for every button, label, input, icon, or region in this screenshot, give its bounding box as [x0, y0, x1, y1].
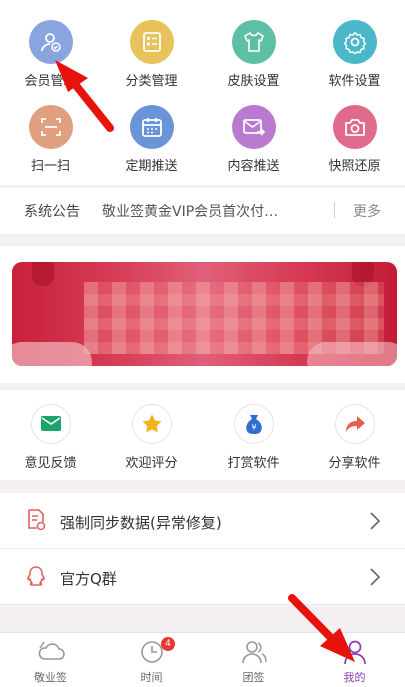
- tab-mine[interactable]: 我的: [304, 633, 405, 687]
- chevron-right-icon: [369, 567, 381, 591]
- category-icon: [129, 20, 174, 64]
- notification-badge: 4: [161, 637, 175, 651]
- action-label: 意见反馈: [24, 456, 77, 471]
- grid-item-member[interactable]: 会员管理: [0, 20, 101, 89]
- grid-label: 软件设置: [328, 74, 381, 89]
- tab-jingyeqian[interactable]: 敬业签: [0, 633, 101, 687]
- cloud-decoration: [12, 342, 92, 366]
- grid-item-scheduled-push[interactable]: 定期推送: [101, 105, 202, 174]
- action-donate[interactable]: ¥ 打赏软件: [203, 404, 304, 471]
- team-icon: [241, 641, 267, 664]
- sync-doc-icon: [26, 509, 46, 535]
- grid-item-scan[interactable]: 扫一扫: [0, 105, 101, 174]
- notice-label: 系统公告: [24, 204, 80, 220]
- chevron-right-icon: [369, 511, 381, 535]
- notice-message[interactable]: 敬业签黄金VIP会员首次付…: [102, 201, 302, 221]
- more-link[interactable]: 更多: [353, 201, 381, 221]
- grid-label: 分类管理: [125, 74, 178, 89]
- tab-label: 我的: [343, 671, 366, 684]
- profile-icon: [343, 640, 366, 665]
- camera-icon: [332, 105, 377, 149]
- action-label: 欢迎评分: [125, 456, 178, 471]
- calendar-icon: [129, 105, 174, 149]
- list-item-force-sync[interactable]: 强制同步数据(异常修复): [0, 493, 405, 549]
- grid-label: 皮肤设置: [227, 74, 280, 89]
- tab-time[interactable]: 4 时间: [101, 633, 202, 687]
- list-item-label: 官方Q群: [60, 570, 117, 588]
- cloud-icon: [38, 641, 65, 660]
- action-share[interactable]: 分享软件: [304, 404, 405, 471]
- star-icon: [131, 404, 172, 444]
- skin-icon: [231, 20, 276, 64]
- action-rate[interactable]: 欢迎评分: [101, 404, 202, 471]
- grid-label: 定期推送: [125, 159, 178, 174]
- grid-item-skin[interactable]: 皮肤设置: [203, 20, 304, 89]
- divider: [334, 202, 335, 218]
- grid-label: 内容推送: [227, 159, 280, 174]
- svg-text:¥: ¥: [251, 423, 256, 432]
- send-mail-icon: [231, 105, 276, 149]
- grid-item-content-push[interactable]: 内容推送: [203, 105, 304, 174]
- mail-icon: [30, 404, 71, 444]
- action-label: 分享软件: [328, 456, 381, 471]
- tab-label: 时间: [140, 671, 163, 684]
- money-bag-icon: ¥: [233, 404, 274, 444]
- settings-icon: [332, 20, 377, 64]
- cloud-decoration: [307, 342, 397, 366]
- grid-label: 快照还原: [328, 159, 381, 174]
- action-row: 意见反馈 欢迎评分 ¥ 打赏软件 分享软件: [0, 390, 405, 480]
- list-item-qq-group[interactable]: 官方Q群: [0, 549, 405, 605]
- action-feedback[interactable]: 意见反馈: [0, 404, 101, 471]
- scan-icon: [28, 105, 73, 149]
- lantern-decoration: [32, 262, 54, 286]
- settings-list: 强制同步数据(异常修复) 官方Q群: [0, 493, 405, 605]
- grid-item-category[interactable]: 分类管理: [101, 20, 202, 89]
- grid-item-snapshot[interactable]: 快照还原: [304, 105, 405, 174]
- notice-bar[interactable]: 系统公告 敬业签黄金VIP会员首次付… 更多: [0, 188, 405, 234]
- banner-section: [0, 246, 405, 383]
- list-item-label: 强制同步数据(异常修复): [60, 514, 222, 532]
- member-icon: [28, 20, 73, 64]
- tab-label: 团签: [242, 671, 265, 684]
- tab-label: 敬业签: [34, 671, 67, 684]
- grid-label: 扫一扫: [30, 159, 70, 174]
- share-arrow-icon: [334, 404, 375, 444]
- feature-grid: 会员管理 分类管理 皮肤设置 软件设置 扫一扫 定期推送 内容推送 快照还原: [0, 0, 405, 185]
- bottom-tab-bar: 敬业签 4 时间 团签 我的: [0, 632, 405, 687]
- tab-team[interactable]: 团签: [203, 633, 304, 687]
- grid-item-settings[interactable]: 软件设置: [304, 20, 405, 89]
- action-label: 打赏软件: [227, 456, 280, 471]
- promo-banner[interactable]: [12, 262, 397, 366]
- qq-icon: [26, 565, 46, 591]
- grid-label: 会员管理: [24, 74, 77, 89]
